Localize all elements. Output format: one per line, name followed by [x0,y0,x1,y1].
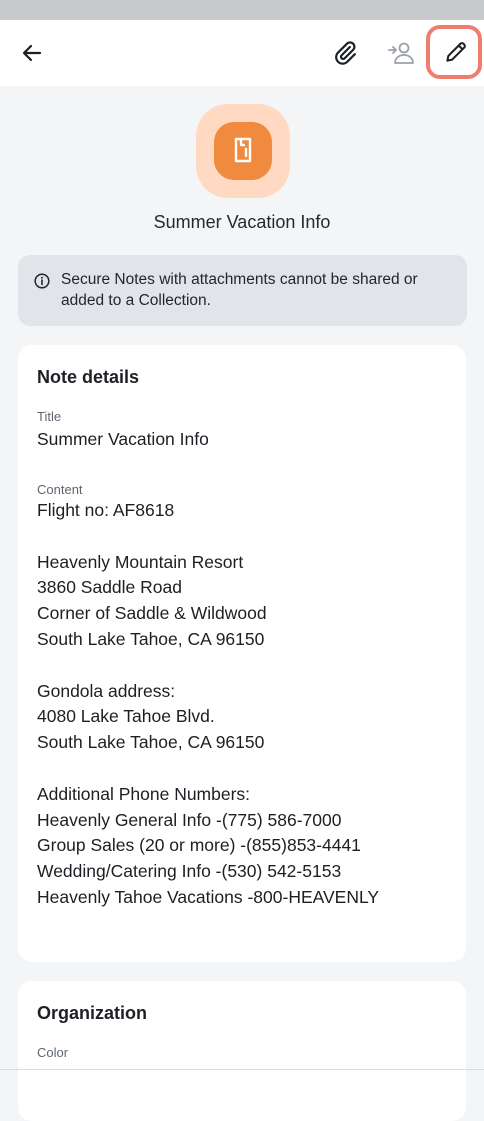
info-icon [34,273,50,289]
attachment-button[interactable] [323,31,367,75]
paperclip-icon [335,41,356,65]
top-app-bar [0,20,484,86]
note-details-card: Note details Title Summer Vacation Info … [18,345,466,962]
item-avatar [196,104,290,198]
info-banner: Secure Notes with attachments cannot be … [18,255,467,326]
title-value[interactable]: Summer Vacation Info [37,427,209,453]
info-banner-text: Secure Notes with attachments cannot be … [61,271,418,309]
note-details-heading: Note details [37,367,140,387]
move-to-organization-icon [388,42,414,64]
content-value[interactable]: Flight no: AF8618 Heavenly Mountain Reso… [37,498,379,911]
back-button[interactable] [10,31,54,75]
status-bar [0,0,484,20]
arrow-left-icon [22,44,42,62]
title-label: Title [37,409,62,424]
content-label: Content [37,482,83,497]
item-header: Summer Vacation Info [0,86,484,246]
bottom-divider [0,1069,484,1070]
pencil-icon [446,42,466,62]
move-to-organization-button[interactable] [379,31,423,75]
secure-note-icon [234,137,252,163]
edit-button[interactable] [426,25,482,79]
color-label: Color [37,1045,69,1060]
item-name: Summer Vacation Info [153,212,331,232]
organization-card: Organization Color [18,981,466,1121]
organization-heading: Organization [37,1003,148,1023]
